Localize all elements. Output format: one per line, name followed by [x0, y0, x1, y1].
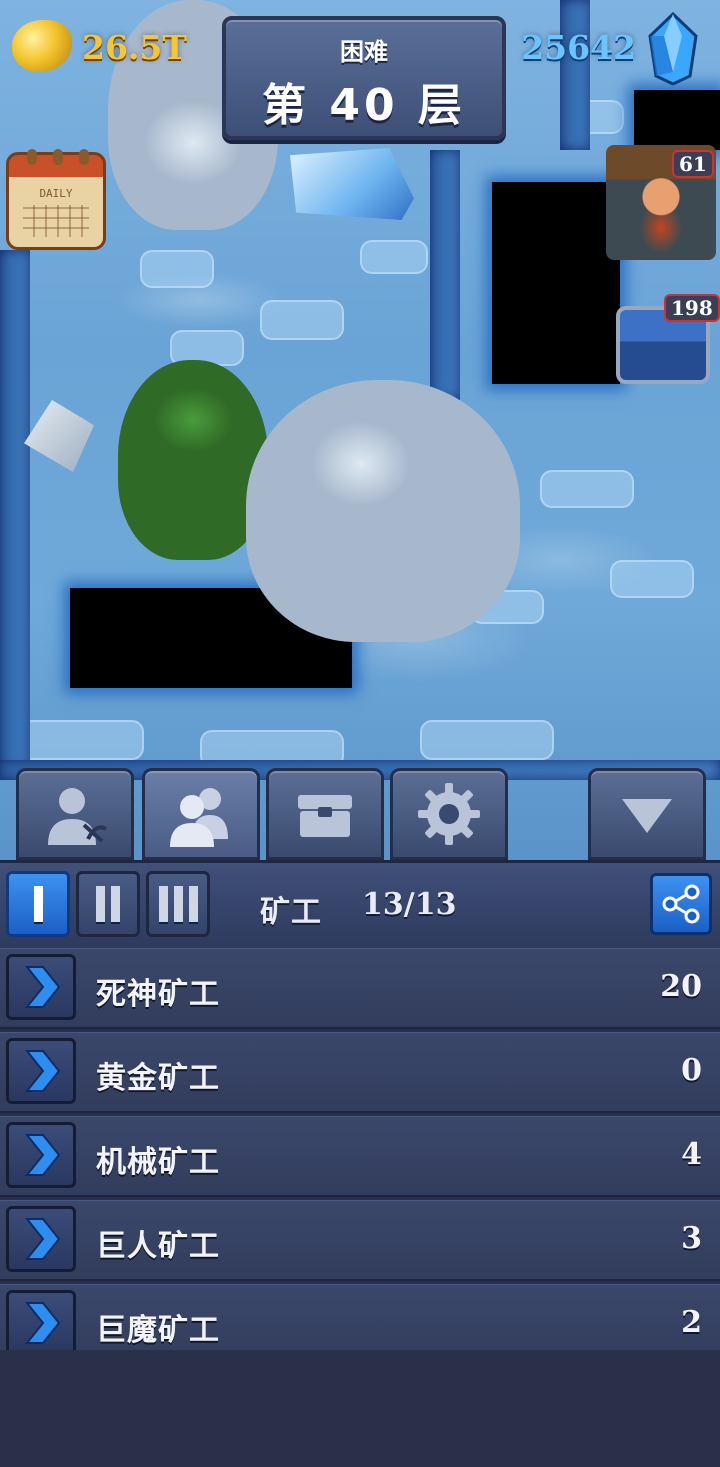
gem-amount: 25642: [521, 28, 636, 67]
chest-icon: [298, 795, 352, 837]
ogre-miner[interactable]: [246, 380, 520, 642]
daily-calendar-button[interactable]: DAILY: [6, 149, 106, 250]
ice-tile: [360, 240, 428, 274]
single-miner-icon: [48, 788, 108, 845]
miner-row-giant[interactable]: 巨人矿工 3: [0, 1200, 720, 1281]
ice-tile: [420, 720, 554, 760]
tier-bar: [111, 886, 120, 922]
tier-2-button[interactable]: [76, 871, 140, 937]
gear-icon: [418, 783, 480, 845]
miner-row-reaper[interactable]: 死神矿工 20: [0, 948, 720, 1029]
roster-title: 矿工: [260, 895, 322, 930]
tier-bar: [33, 886, 43, 922]
axe-item[interactable]: [24, 400, 94, 472]
miner-name: 黄金矿工: [96, 1061, 220, 1096]
tier-bar: [158, 886, 168, 922]
ice-wall: [430, 150, 460, 400]
chest-count-badge: 198: [664, 294, 720, 322]
miner-name: 死神矿工: [96, 977, 220, 1012]
gold-nugget-icon: [12, 20, 72, 72]
calendar-ring-icon: [79, 149, 89, 165]
tier-bar: [173, 886, 183, 922]
ice-tile: [540, 470, 634, 508]
level-plate: 困难 第 40 层: [222, 16, 506, 140]
empty-list-area: [0, 1350, 720, 1467]
miner-count: 0: [681, 1053, 702, 1088]
daily-label: DAILY: [39, 187, 73, 200]
miner-name: 机械矿工: [96, 1145, 220, 1180]
ice-wall: [560, 0, 590, 150]
ice-tile: [140, 250, 214, 288]
tab-single-miner[interactable]: [16, 768, 134, 860]
tier-bar: [96, 886, 105, 922]
chevron-right-icon: [24, 966, 61, 1008]
chevron-right-icon: [24, 1050, 61, 1092]
tab-miner-group[interactable]: [142, 768, 260, 860]
chevron-right-icon: [24, 1134, 61, 1176]
miner-count: 4: [681, 1137, 702, 1172]
miner-count: 20: [660, 969, 702, 1004]
game-scene[interactable]: 26.5T 困难 第 40 层 25642 DAILY 61 198: [0, 0, 720, 860]
chevron-right-icon: [24, 1302, 61, 1344]
miner-list: 死神矿工 20 黄金矿工 0 机械矿工 4 巨人矿工 3 巨魔矿工 2: [0, 948, 720, 1368]
calendar-ring-icon: [27, 149, 37, 165]
miner-row-gold[interactable]: 黄金矿工 0: [0, 1032, 720, 1113]
blue-gem-icon: [648, 12, 698, 86]
expand-button[interactable]: [6, 1290, 76, 1356]
tier-1-button[interactable]: [6, 871, 70, 937]
gold-amount: 26.5T: [82, 28, 187, 67]
roster-count: 13/13: [362, 887, 457, 922]
miner-group-icon: [170, 788, 228, 847]
unexplored-area: [492, 182, 620, 384]
chevron-right-icon: [24, 1218, 61, 1260]
tab-settings[interactable]: [390, 768, 508, 860]
expand-button[interactable]: [6, 1038, 76, 1104]
unexplored-area: [634, 90, 720, 150]
share-icon: [662, 884, 700, 924]
miner-name: 巨魔矿工: [96, 1313, 220, 1348]
roster-header: 矿工 13/13: [0, 860, 720, 952]
collapse-triangle-icon: [622, 799, 672, 833]
ice-tile: [610, 560, 694, 598]
tier-bar: [188, 886, 198, 922]
tab-chest[interactable]: [266, 768, 384, 860]
share-button[interactable]: [650, 873, 712, 935]
dwarf-level-badge: 61: [672, 150, 714, 178]
ice-wall: [0, 250, 30, 770]
collapse-panel-button[interactable]: [588, 768, 706, 860]
miner-count: 3: [681, 1221, 702, 1256]
difficulty-label: 困难: [340, 38, 388, 66]
floor-title: 第 40 层: [262, 80, 466, 131]
calendar-grid-icon: [23, 205, 89, 237]
miner-name: 巨人矿工: [96, 1229, 220, 1264]
tier-3-button[interactable]: [146, 871, 210, 937]
expand-button[interactable]: [6, 1122, 76, 1188]
miner-count: 2: [681, 1305, 702, 1340]
ice-tile: [20, 720, 144, 760]
ice-boot-item[interactable]: [290, 148, 414, 220]
miner-row-mech[interactable]: 机械矿工 4: [0, 1116, 720, 1197]
calendar-ring-icon: [53, 149, 63, 165]
expand-button[interactable]: [6, 1206, 76, 1272]
expand-button[interactable]: [6, 954, 76, 1020]
ice-tile: [260, 300, 344, 340]
